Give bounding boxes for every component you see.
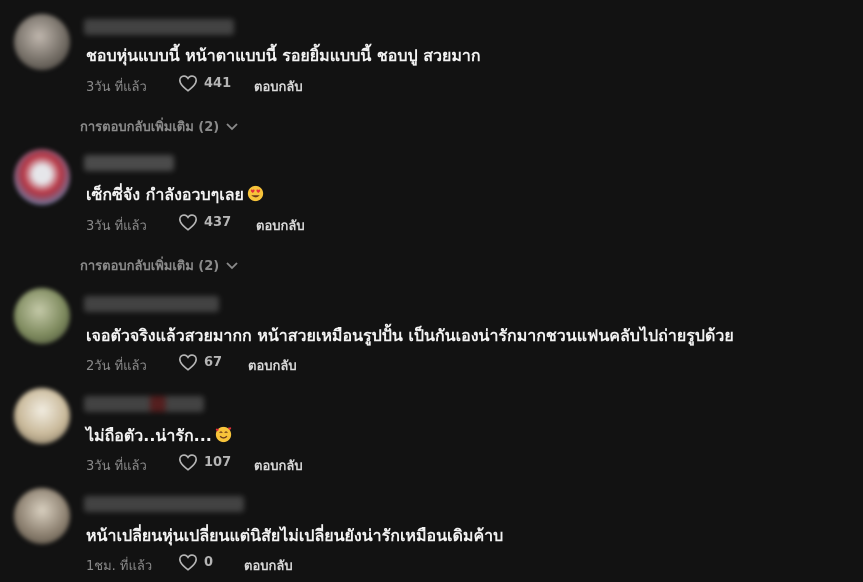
comment-time: 3วัน ที่แล้ว [86, 80, 147, 95]
view-more-replies[interactable]: การตอบกลับเพิ่มเติม (2) [80, 116, 238, 137]
heart-icon [178, 554, 198, 571]
comment-text-content: ไม่ถือตัว..น่ารัก... [86, 426, 212, 445]
avatar[interactable] [14, 388, 70, 444]
like-button[interactable]: 437 [178, 213, 231, 231]
comment-time: 3วัน ที่แล้ว [86, 459, 147, 474]
comment-meta: 3วัน ที่แล้ว 107 ตอบกลับ [86, 453, 386, 476]
comment-meta: 1ชม. ที่แล้ว 0 ตอบกลับ [86, 553, 386, 576]
like-count: 441 [204, 75, 232, 91]
view-more-replies-label: การตอบกลับเพิ่มเติม (2) [80, 120, 220, 135]
chevron-down-icon [226, 122, 238, 130]
comment-text: หน้าเปลี่ยนหุ่นเปลี่ยนแต่นิสัยไม่เปลี่ยน… [86, 526, 504, 545]
like-button[interactable]: 67 [178, 353, 222, 371]
comment-text: เจอตัวจริงแล้วสวยมากก หน้าสวยเหมือนรูปปั… [86, 326, 734, 345]
heart-icon [178, 454, 198, 471]
like-count: 107 [204, 454, 232, 470]
like-count: 0 [204, 554, 214, 570]
like-count: 67 [204, 354, 223, 370]
username-blurred[interactable] [84, 296, 219, 312]
reply-button[interactable]: ตอบกลับ [254, 76, 303, 97]
view-more-replies[interactable]: การตอบกลับเพิ่มเติม (2) [80, 255, 238, 276]
avatar[interactable] [14, 149, 70, 205]
reply-button[interactable]: ตอบกลับ [248, 355, 297, 376]
comment-meta: 3วัน ที่แล้ว 437 ตอบกลับ [86, 213, 386, 236]
username-blurred[interactable] [84, 19, 234, 35]
username-blurred[interactable] [84, 396, 204, 412]
like-button[interactable]: 0 [178, 553, 213, 571]
comment-time: 3วัน ที่แล้ว [86, 219, 147, 234]
comment-meta: 2วัน ที่แล้ว 67 ตอบกลับ [86, 353, 386, 376]
comment-text: เซ็กซี่จัง กำลังอวบๆเลย [86, 183, 264, 208]
avatar[interactable] [14, 488, 70, 544]
comment-text: ชอบหุ่นแบบนี้ หน้าตาแบบนี้ รอยยิ้มแบบนี้… [86, 46, 481, 65]
heart-icon [178, 75, 198, 92]
smiling-face-with-heart-eyes-icon [247, 185, 264, 202]
comment-text-content: เซ็กซี่จัง กำลังอวบๆเลย [86, 185, 244, 204]
avatar[interactable] [14, 288, 70, 344]
chevron-down-icon [226, 261, 238, 269]
heart-icon [178, 354, 198, 371]
username-blurred[interactable] [84, 155, 174, 171]
comment-time: 1ชม. ที่แล้ว [86, 559, 153, 574]
comment-time: 2วัน ที่แล้ว [86, 359, 147, 374]
heart-icon [178, 214, 198, 231]
avatar[interactable] [14, 14, 70, 70]
comment-text: ไม่ถือตัว..น่ารัก... [86, 424, 232, 449]
smiling-face-with-hearts-icon [215, 426, 232, 443]
reply-button[interactable]: ตอบกลับ [244, 555, 293, 576]
like-count: 437 [204, 214, 232, 230]
comment-meta: 3วัน ที่แล้ว 441 ตอบกลับ [86, 74, 386, 97]
reply-button[interactable]: ตอบกลับ [256, 215, 305, 236]
view-more-replies-label: การตอบกลับเพิ่มเติม (2) [80, 259, 220, 274]
like-button[interactable]: 441 [178, 74, 231, 92]
reply-button[interactable]: ตอบกลับ [254, 455, 303, 476]
like-button[interactable]: 107 [178, 453, 231, 471]
username-blurred[interactable] [84, 496, 244, 512]
